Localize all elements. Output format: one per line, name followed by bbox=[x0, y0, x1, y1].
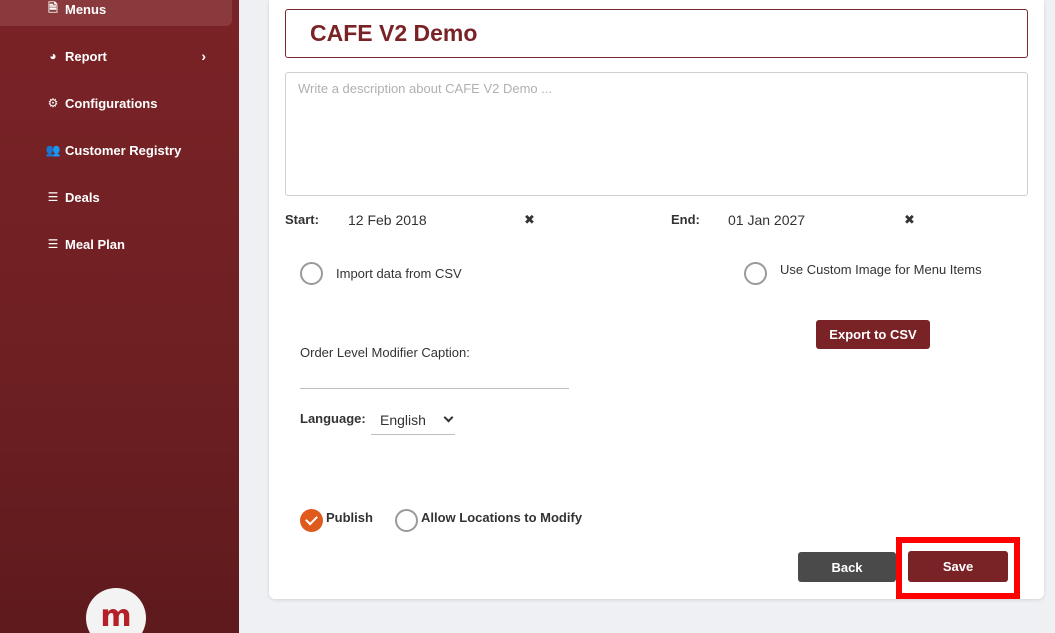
sidebar-item-label: Customer Registry bbox=[65, 142, 182, 158]
menu-title-field[interactable]: CAFE V2 Demo bbox=[285, 9, 1028, 58]
list-icon: ☰ bbox=[47, 190, 59, 204]
logo-letter: m bbox=[100, 599, 132, 633]
chevron-down-icon bbox=[443, 412, 454, 423]
sidebar-item-meal-plan[interactable]: ☰ Meal Plan bbox=[0, 227, 232, 261]
language-select[interactable]: English bbox=[371, 406, 455, 435]
clear-end-icon[interactable]: ✖ bbox=[904, 212, 915, 228]
sidebar-item-label: Menus bbox=[65, 1, 107, 17]
sidebar-item-report[interactable]: ◕ Report › bbox=[0, 39, 232, 73]
publish-label: Publish bbox=[326, 510, 373, 525]
sidebar-item-menus[interactable]: 🗎 Menus bbox=[0, 0, 232, 26]
language-label: Language: bbox=[300, 411, 366, 426]
end-date-input[interactable]: 01 Jan 2027 bbox=[728, 212, 805, 228]
import-csv-label: Import data from CSV bbox=[336, 266, 462, 281]
chevron-right-icon: › bbox=[201, 48, 206, 64]
sidebar-item-configurations[interactable]: ⚙ Configurations bbox=[0, 86, 232, 120]
menu-title: CAFE V2 Demo bbox=[310, 20, 478, 46]
import-csv-radio[interactable] bbox=[300, 262, 323, 285]
users-icon: 👥 bbox=[45, 143, 61, 157]
brand-logo: m bbox=[86, 588, 146, 633]
sidebar-item-customer-registry[interactable]: 👥 Customer Registry bbox=[0, 133, 232, 167]
file-icon: 🗎 bbox=[48, 0, 58, 15]
start-date-input[interactable]: 12 Feb 2018 bbox=[348, 212, 427, 228]
clear-start-icon[interactable]: ✖ bbox=[524, 212, 535, 228]
end-label: End: bbox=[671, 212, 700, 227]
sidebar-item-deals[interactable]: ☰ Deals bbox=[0, 180, 232, 214]
sidebar-item-label: Report bbox=[65, 48, 107, 64]
allow-locations-label: Allow Locations to Modify bbox=[421, 510, 583, 525]
language-value: English bbox=[380, 412, 426, 428]
description-placeholder: Write a description about CAFE V2 Demo .… bbox=[298, 81, 553, 96]
allow-locations-checkbox[interactable] bbox=[395, 509, 418, 532]
modifier-caption-input[interactable] bbox=[300, 388, 569, 389]
sidebar-item-label: Meal Plan bbox=[65, 236, 125, 252]
save-button[interactable]: Save bbox=[908, 551, 1008, 582]
menu-editor-card: CAFE V2 Demo Write a description about C… bbox=[269, 0, 1044, 599]
sidebar-item-label: Configurations bbox=[65, 95, 158, 111]
publish-checkbox[interactable] bbox=[300, 509, 323, 532]
description-textarea[interactable]: Write a description about CAFE V2 Demo .… bbox=[285, 72, 1028, 196]
modifier-caption-label: Order Level Modifier Caption: bbox=[300, 345, 470, 360]
sidebar-item-label: Deals bbox=[65, 189, 100, 205]
start-label: Start: bbox=[285, 212, 319, 227]
back-button[interactable]: Back bbox=[798, 552, 896, 582]
pie-chart-icon: ◕ bbox=[49, 49, 57, 63]
gear-icon: ⚙ bbox=[47, 96, 59, 110]
sidebar: 🗎 Menus ◕ Report › ⚙ Configurations 👥 Cu… bbox=[0, 0, 239, 633]
custom-image-radio[interactable] bbox=[744, 262, 767, 285]
custom-image-label: Use Custom Image for Menu Items bbox=[780, 262, 982, 277]
list-icon: ☰ bbox=[47, 237, 59, 251]
export-csv-button[interactable]: Export to CSV bbox=[816, 320, 930, 349]
